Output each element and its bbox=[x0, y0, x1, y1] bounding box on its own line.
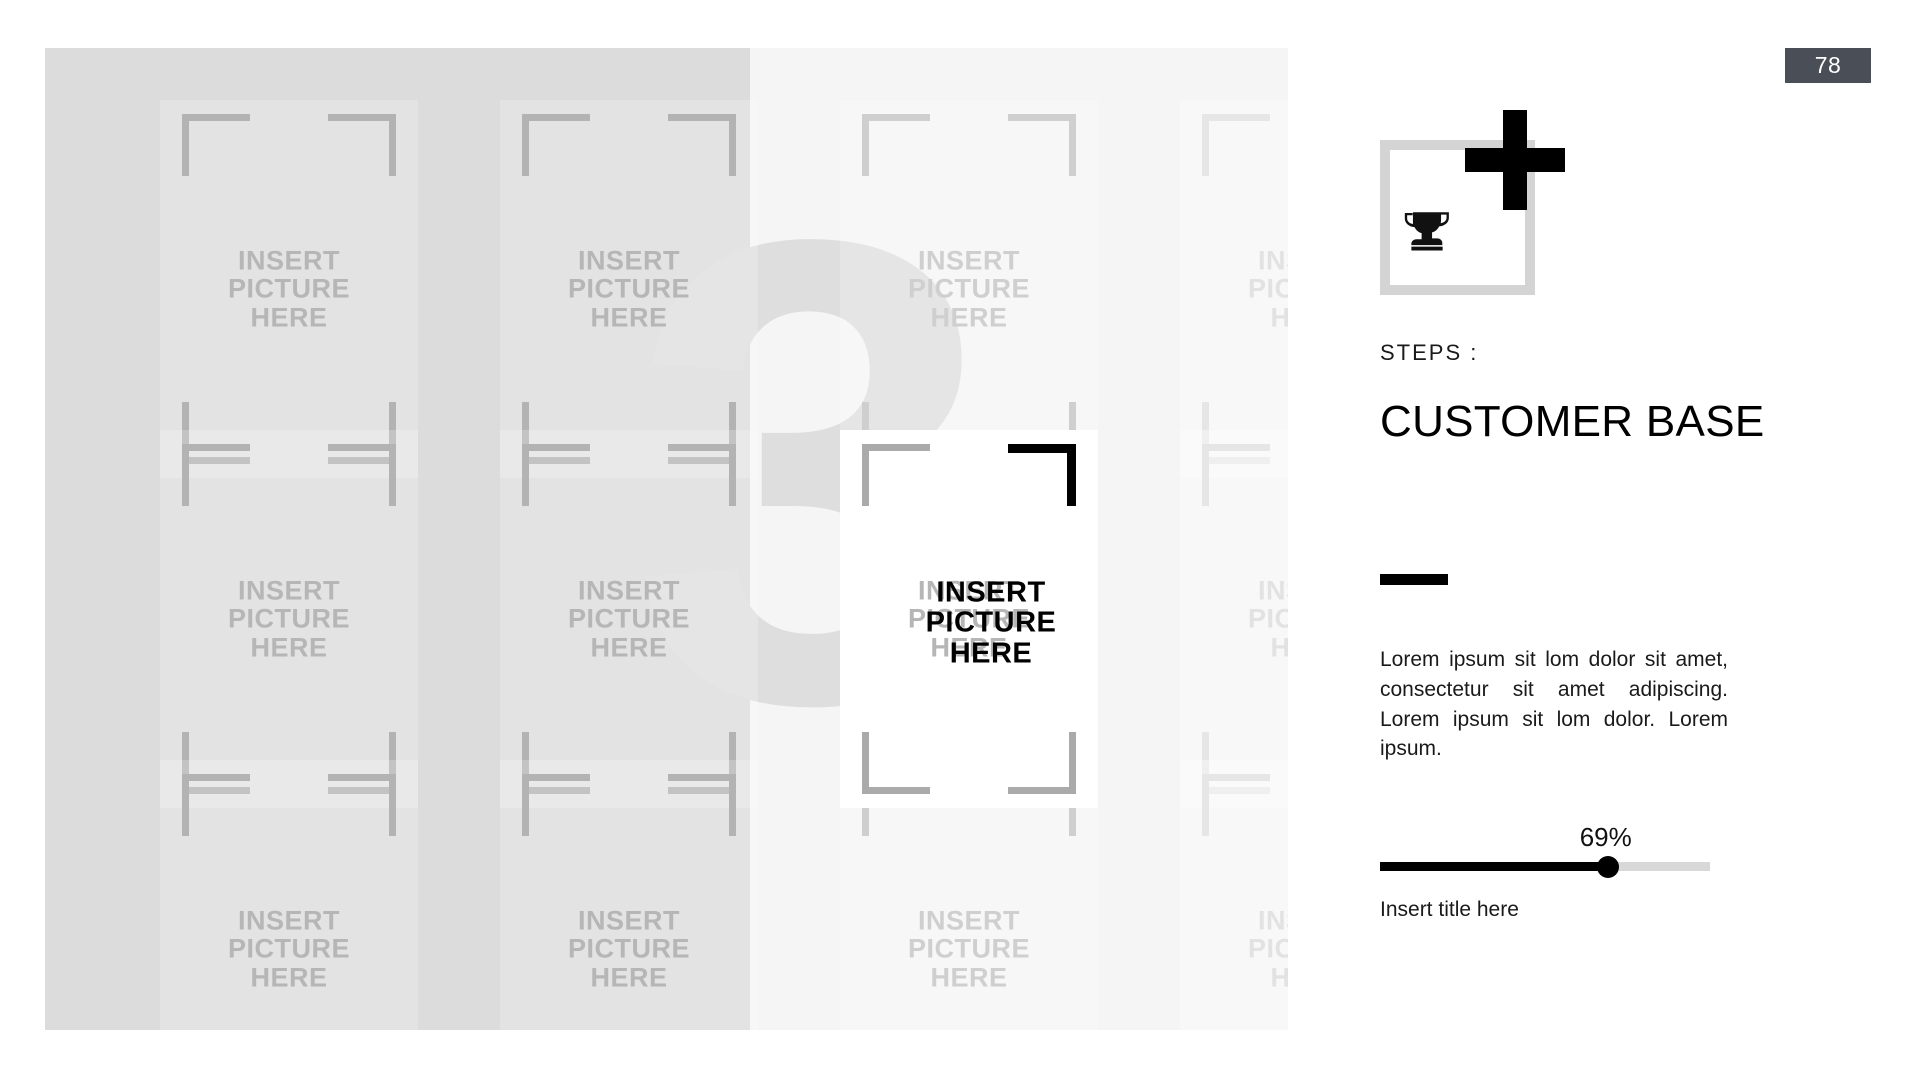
title-underline-rule bbox=[1380, 574, 1448, 585]
progress-track[interactable] bbox=[1380, 856, 1710, 878]
page-title: CUSTOMER BASE bbox=[1380, 397, 1765, 446]
corner-bracket-tl bbox=[1202, 114, 1270, 176]
info-panel: STEPS : CUSTOMER BASE Lorem ipsum sit lo… bbox=[1380, 0, 1800, 1080]
body-paragraph: Lorem ipsum sit lom dolor sit amet, cons… bbox=[1380, 648, 1728, 761]
placeholder-label: INSERT PICTURE HERE bbox=[1247, 245, 1288, 333]
picture-placeholder[interactable]: INSERT PICTURE HERE bbox=[160, 100, 418, 478]
corner-bracket-tl bbox=[522, 444, 590, 506]
media-board: 3 INSERT PICTURE HERE INSERT PICTURE HERE… bbox=[45, 48, 1288, 1030]
progress-value-label: 69% bbox=[1579, 822, 1632, 852]
corner-bracket-tl bbox=[862, 444, 930, 506]
placeholder-label: INSERT PICTURE HERE bbox=[567, 575, 690, 663]
corner-bracket-tl bbox=[522, 114, 590, 176]
placeholder-label: INSERT PICTURE HERE bbox=[1247, 575, 1288, 663]
progress-caption: Insert title here bbox=[1380, 898, 1519, 921]
placeholder-label: INSERT PICTURE HERE bbox=[567, 905, 690, 993]
corner-bracket-tl bbox=[182, 444, 250, 506]
plus-icon-vertical-bar bbox=[1503, 110, 1527, 210]
corner-bracket-tl bbox=[522, 774, 590, 836]
progress-track-fill bbox=[1380, 862, 1608, 871]
picture-placeholder-grid: INSERT PICTURE HERE INSERT PICTURE HERE IN… bbox=[45, 48, 1288, 1030]
placeholder-label: INSERT PICTURE HERE bbox=[907, 245, 1030, 333]
corner-bracket-tl bbox=[182, 774, 250, 836]
plus-icon bbox=[1465, 110, 1565, 210]
corner-bracket-tr bbox=[668, 444, 736, 506]
corner-bracket-tl bbox=[182, 114, 250, 176]
picture-placeholder[interactable]: INSERT PICTURE HERE bbox=[500, 430, 758, 808]
corner-bracket-tr bbox=[328, 774, 396, 836]
picture-placeholder[interactable]: INSERT PICTURE HERE INSERT PICTURE HERE bbox=[840, 430, 1098, 808]
placeholder-label-highlight: INSERT PICTURE HERE bbox=[925, 576, 1057, 670]
picture-placeholder[interactable]: INSERT PICTURE HERE bbox=[160, 430, 418, 808]
picture-placeholder[interactable]: INSERT PICTURE HERE bbox=[1180, 100, 1288, 478]
picture-placeholder[interactable]: INSERT PICTURE HERE bbox=[1180, 430, 1288, 808]
picture-placeholder[interactable]: INSERT PICTURE HERE bbox=[160, 760, 418, 1030]
picture-placeholder[interactable]: INSERT PICTURE HERE bbox=[500, 760, 758, 1030]
placeholder-label: INSERT PICTURE HERE bbox=[227, 575, 350, 663]
corner-bracket-tr bbox=[1008, 114, 1076, 176]
corner-bracket-tr bbox=[668, 114, 736, 176]
corner-bracket-tl bbox=[1202, 774, 1270, 836]
placeholder-label: INSERT PICTURE HERE bbox=[227, 245, 350, 333]
picture-placeholder[interactable]: INSERT PICTURE HERE bbox=[500, 100, 758, 478]
corner-bracket-tr bbox=[328, 114, 396, 176]
corner-bracket-tr bbox=[328, 444, 396, 506]
picture-placeholder[interactable]: INSERT PICTURE HERE bbox=[1180, 760, 1288, 1030]
step-icon-group bbox=[1380, 110, 1565, 300]
picture-placeholder[interactable]: INSERT PICTURE HERE bbox=[840, 100, 1098, 478]
trophy-icon bbox=[1402, 205, 1452, 257]
placeholder-label: INSERT PICTURE HERE bbox=[907, 905, 1030, 993]
corner-bracket-bl bbox=[862, 732, 930, 794]
placeholder-label: INSERT PICTURE HERE bbox=[227, 905, 350, 993]
progress-slider[interactable]: 69% Insert title here bbox=[1380, 822, 1730, 950]
progress-knob[interactable] bbox=[1596, 856, 1619, 878]
corner-bracket-tl bbox=[862, 114, 930, 176]
corner-bracket-tr bbox=[668, 774, 736, 836]
slide-canvas: 78 3 INSERT PICTURE HERE INSERT PICTURE H… bbox=[0, 0, 1920, 1080]
corner-bracket-brr bbox=[1008, 732, 1076, 794]
corner-bracket-tl bbox=[1202, 444, 1270, 506]
placeholder-label: INSERT PICTURE HERE bbox=[567, 245, 690, 333]
placeholder-label: INSERT PICTURE HERE bbox=[1247, 905, 1288, 993]
steps-label: STEPS : bbox=[1380, 340, 1479, 365]
corner-bracket-tr bbox=[1008, 444, 1076, 506]
